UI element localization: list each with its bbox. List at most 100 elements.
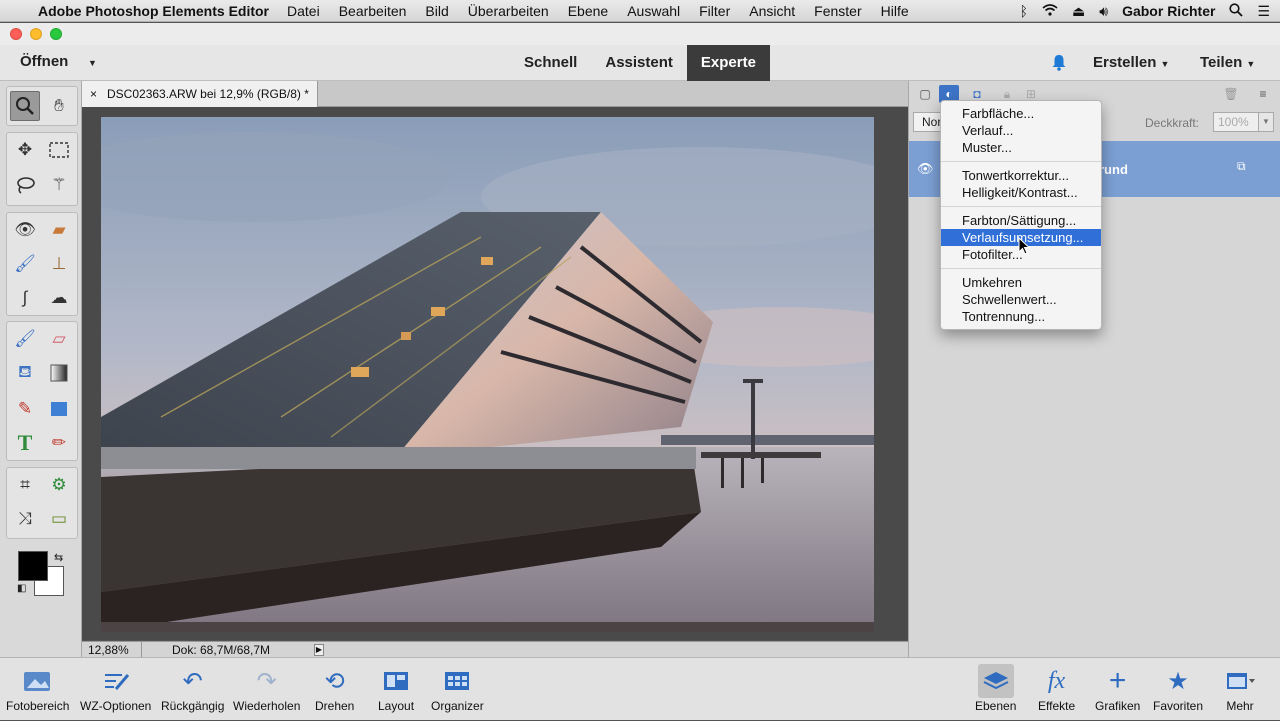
menu-fenster[interactable]: Fenster xyxy=(814,3,861,19)
foreground-color-swatch[interactable] xyxy=(18,551,48,581)
menu-item-tonwertkorrektur[interactable]: Tonwertkorrektur... xyxy=(941,167,1101,184)
delete-layer-icon[interactable]: 🗑︎ xyxy=(1221,85,1241,103)
content-aware-move-tool-icon[interactable]: ⤨ xyxy=(10,504,40,534)
layers-label: Ebenen xyxy=(975,699,1017,713)
clone-stamp-tool-icon[interactable]: ⊥ xyxy=(44,249,74,279)
wifi-icon[interactable] xyxy=(1042,3,1058,19)
menu-item-schwellenwert[interactable]: Schwellenwert... xyxy=(941,291,1101,308)
rotate-button[interactable]: ⟲ Drehen xyxy=(315,658,354,721)
menu-ueberarbeiten[interactable]: Überarbeiten xyxy=(468,3,549,19)
spot-healing-tool-icon[interactable]: ▰ xyxy=(44,215,74,245)
gradient-tool-icon[interactable] xyxy=(44,358,74,388)
layout-button[interactable]: Layout xyxy=(378,658,414,721)
effects-button[interactable]: fx Effekte xyxy=(1038,658,1075,721)
create-button[interactable]: Erstellen ▼ xyxy=(1093,54,1169,71)
menu-item-tontrennung[interactable]: Tontrennung... xyxy=(941,308,1101,325)
new-layer-icon[interactable]: ▢ xyxy=(915,85,935,103)
mode-schnell[interactable]: Schnell xyxy=(510,45,591,81)
organizer-button[interactable]: Organizer xyxy=(431,658,484,721)
layer-lock-icon[interactable]: ⧉ xyxy=(1237,159,1246,174)
close-window-button[interactable] xyxy=(10,28,22,40)
marquee-tool-icon[interactable] xyxy=(44,135,74,165)
opacity-input[interactable]: 100% xyxy=(1213,112,1259,132)
menu-item-helligkeit-kontrast[interactable]: Helligkeit/Kontrast... xyxy=(941,184,1101,201)
hand-tool-icon[interactable]: ✋︎ xyxy=(44,91,74,121)
organizer-label: Organizer xyxy=(431,699,484,713)
menu-filter[interactable]: Filter xyxy=(699,3,730,19)
blur-tool-icon[interactable]: ∫ xyxy=(10,283,40,313)
bluetooth-icon[interactable]: ᛒ xyxy=(1020,3,1028,19)
zoom-window-button[interactable] xyxy=(50,28,62,40)
menu-item-farbflaeche[interactable]: Farbfläche... xyxy=(941,105,1101,122)
shape-tool-icon[interactable] xyxy=(44,394,74,424)
smart-brush-tool-icon[interactable]: 🖌︎ xyxy=(10,249,40,279)
app-name-menu[interactable]: Adobe Photoshop Elements Editor xyxy=(38,3,269,19)
menu-bearbeiten[interactable]: Bearbeiten xyxy=(339,3,407,19)
layout-label: Layout xyxy=(378,699,415,713)
tool-group-draw: 🖌︎ ▱ ⛾ ✎ T ✏︎ xyxy=(6,321,78,461)
crop-tool-icon[interactable]: ⌗ xyxy=(10,470,40,500)
minimize-window-button[interactable] xyxy=(30,28,42,40)
tool-options-button[interactable]: WZ-Optionen xyxy=(80,658,151,721)
open-button[interactable]: Öffnen xyxy=(20,53,68,70)
tool-group-view: ✋︎ xyxy=(6,86,78,126)
more-button[interactable]: Mehr xyxy=(1222,658,1258,721)
photo-bin-icon xyxy=(20,664,56,698)
menu-auswahl[interactable]: Auswahl xyxy=(627,3,680,19)
chevron-down-icon[interactable]: ▼ xyxy=(88,58,97,68)
layers-panel-button[interactable]: Ebenen xyxy=(975,658,1016,721)
move-tool-icon[interactable]: ✥ xyxy=(10,135,40,165)
paint-bucket-tool-icon[interactable]: ⛾ xyxy=(10,358,40,388)
spotlight-search-icon[interactable] xyxy=(1229,2,1244,20)
zoom-readout[interactable]: 12,88% xyxy=(82,641,142,658)
chevron-down-icon[interactable]: ▼ xyxy=(1258,112,1274,132)
menu-hilfe[interactable]: Hilfe xyxy=(881,3,909,19)
more-panel-icon xyxy=(1222,664,1258,698)
brush-tool-icon[interactable]: 🖌︎ xyxy=(10,324,40,354)
user-name[interactable]: Gabor Richter xyxy=(1122,3,1215,19)
visibility-eye-icon[interactable]: 👁︎ xyxy=(917,161,934,177)
recompose-tool-icon[interactable]: ⚙︎ xyxy=(44,470,74,500)
menu-item-verlauf[interactable]: Verlauf... xyxy=(941,122,1101,139)
graphics-button[interactable]: + Grafiken xyxy=(1095,658,1140,721)
mode-experte[interactable]: Experte xyxy=(686,45,770,81)
notification-center-icon[interactable]: ☰ xyxy=(1257,3,1270,20)
redo-button[interactable]: ↷ Wiederholen xyxy=(233,658,300,721)
organizer-icon xyxy=(439,664,475,698)
sponge-tool-icon[interactable]: ☁︎ xyxy=(44,283,74,313)
share-button[interactable]: Teilen ▼ xyxy=(1200,54,1255,71)
favorites-button[interactable]: ★ Favoriten xyxy=(1153,658,1203,721)
swap-colors-icon[interactable]: ⇆ xyxy=(54,551,63,564)
eject-icon[interactable]: ⏏ xyxy=(1072,3,1085,20)
eraser-tool-icon[interactable]: ▱ xyxy=(44,324,74,354)
default-colors-icon[interactable]: ◧ xyxy=(17,583,26,594)
document-photo[interactable] xyxy=(101,117,874,632)
undo-button[interactable]: ↶ Rückgängig xyxy=(161,658,224,721)
menu-ansicht[interactable]: Ansicht xyxy=(749,3,795,19)
volume-icon[interactable]: 🔊︎ xyxy=(1099,3,1108,20)
document-tab[interactable]: × DSC02363.ARW bei 12,9% (RGB/8) * xyxy=(82,81,318,107)
tools-panel: ✋︎ ✥ ⚚ 👁︎ ▰ 🖌︎ ⊥ ∫ ☁︎ 🖌︎ ▱ ⛾ ✎ T ✏︎ ⌗ ⚙︎ xyxy=(0,81,82,657)
menu-ebene[interactable]: Ebene xyxy=(568,3,608,19)
magic-wand-tool-icon[interactable]: ⚚ xyxy=(44,170,74,200)
panel-menu-icon[interactable]: ≡ xyxy=(1253,85,1273,103)
text-tool-icon[interactable]: T xyxy=(10,428,40,458)
menu-bild[interactable]: Bild xyxy=(425,3,448,19)
photo-bin-button[interactable]: Fotobereich xyxy=(6,658,69,721)
menu-item-muster[interactable]: Muster... xyxy=(941,139,1101,156)
menu-datei[interactable]: Datei xyxy=(287,3,320,19)
pencil-tool-icon[interactable]: ✏︎ xyxy=(44,428,74,458)
close-tab-icon[interactable]: × xyxy=(90,87,97,101)
eyedropper-tool-icon[interactable]: ✎ xyxy=(10,394,40,424)
menu-item-farbton-saettigung[interactable]: Farbton/Sättigung... xyxy=(941,212,1101,229)
rotate-label: Drehen xyxy=(315,699,355,713)
mode-assistent[interactable]: Assistent xyxy=(591,45,687,81)
bell-icon[interactable] xyxy=(1050,53,1068,76)
straighten-tool-icon[interactable]: ▭ xyxy=(44,504,74,534)
menu-item-umkehren[interactable]: Umkehren xyxy=(941,274,1101,291)
zoom-tool-icon[interactable] xyxy=(10,91,40,121)
red-eye-tool-icon[interactable]: 👁︎ xyxy=(10,215,40,245)
canvas-area[interactable] xyxy=(82,107,908,640)
lasso-tool-icon[interactable] xyxy=(10,170,40,200)
statusbar-menu-arrow-icon[interactable]: ▶ xyxy=(314,644,324,656)
